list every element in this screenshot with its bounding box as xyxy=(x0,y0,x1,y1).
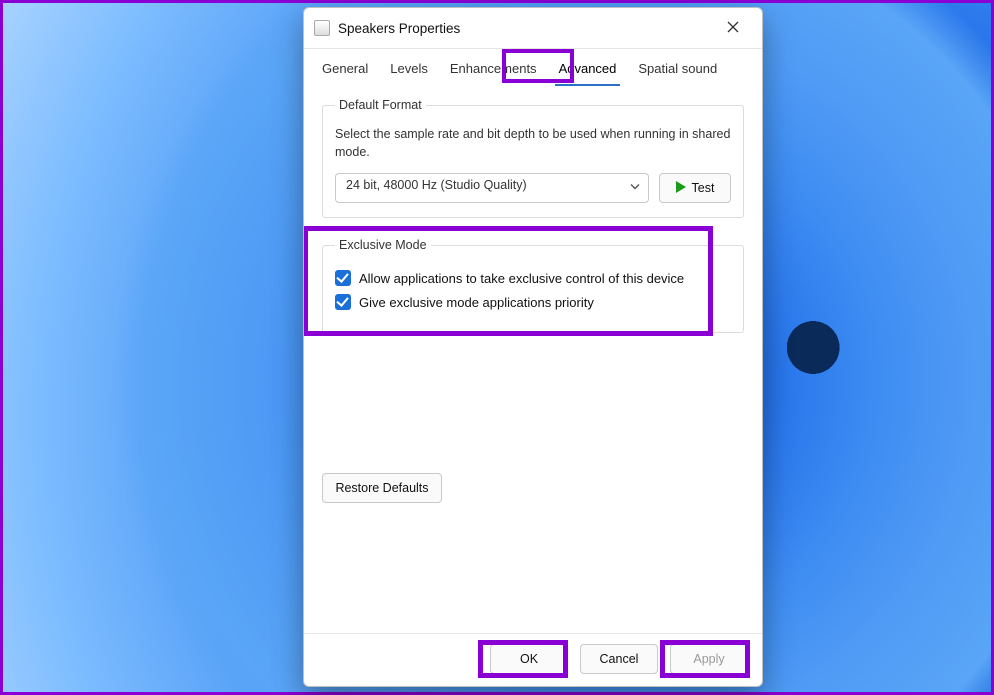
exclusive-mode-legend: Exclusive Mode xyxy=(335,238,431,252)
exclusive-priority-label: Give exclusive mode applications priorit… xyxy=(359,295,594,310)
play-icon xyxy=(676,181,686,196)
exclusive-mode-group: Exclusive Mode Allow applications to tak… xyxy=(322,238,744,333)
tab-spatial-sound[interactable]: Spatial sound xyxy=(634,55,721,86)
cancel-button[interactable]: Cancel xyxy=(580,644,658,674)
apply-label: Apply xyxy=(693,652,724,666)
ok-label: OK xyxy=(520,652,538,666)
sample-format-value: 24 bit, 48000 Hz (Studio Quality) xyxy=(335,173,649,203)
ok-button[interactable]: OK xyxy=(490,644,568,674)
app-icon xyxy=(314,20,330,36)
checkbox-checked-icon xyxy=(335,270,351,286)
window-title: Speakers Properties xyxy=(338,21,460,36)
titlebar: Speakers Properties xyxy=(304,8,762,49)
default-format-help: Select the sample rate and bit depth to … xyxy=(335,126,731,161)
default-format-legend: Default Format xyxy=(335,98,426,112)
restore-defaults-label: Restore Defaults xyxy=(335,481,428,495)
dialog-footer: OK Cancel Apply xyxy=(304,633,762,686)
sample-format-select[interactable]: 24 bit, 48000 Hz (Studio Quality) xyxy=(335,173,649,203)
close-button[interactable] xyxy=(712,14,754,42)
desktop-wallpaper: Speakers Properties General Levels Enhan… xyxy=(0,0,994,695)
speakers-properties-dialog: Speakers Properties General Levels Enhan… xyxy=(303,7,763,687)
tab-enhancements[interactable]: Enhancements xyxy=(446,55,541,86)
default-format-group: Default Format Select the sample rate an… xyxy=(322,98,744,218)
tab-advanced[interactable]: Advanced xyxy=(555,55,621,86)
tab-bar: General Levels Enhancements Advanced Spa… xyxy=(304,49,762,86)
apply-button[interactable]: Apply xyxy=(670,644,748,674)
exclusive-priority-row[interactable]: Give exclusive mode applications priorit… xyxy=(335,294,731,310)
allow-exclusive-row[interactable]: Allow applications to take exclusive con… xyxy=(335,270,731,286)
cancel-label: Cancel xyxy=(600,652,639,666)
tab-content: Default Format Select the sample rate an… xyxy=(304,86,762,633)
test-button-label: Test xyxy=(692,181,715,195)
tab-general[interactable]: General xyxy=(318,55,372,86)
tab-levels[interactable]: Levels xyxy=(386,55,432,86)
allow-exclusive-label: Allow applications to take exclusive con… xyxy=(359,271,684,286)
close-icon xyxy=(727,21,739,36)
restore-defaults-button[interactable]: Restore Defaults xyxy=(322,473,442,503)
checkbox-checked-icon xyxy=(335,294,351,310)
test-button[interactable]: Test xyxy=(659,173,731,203)
